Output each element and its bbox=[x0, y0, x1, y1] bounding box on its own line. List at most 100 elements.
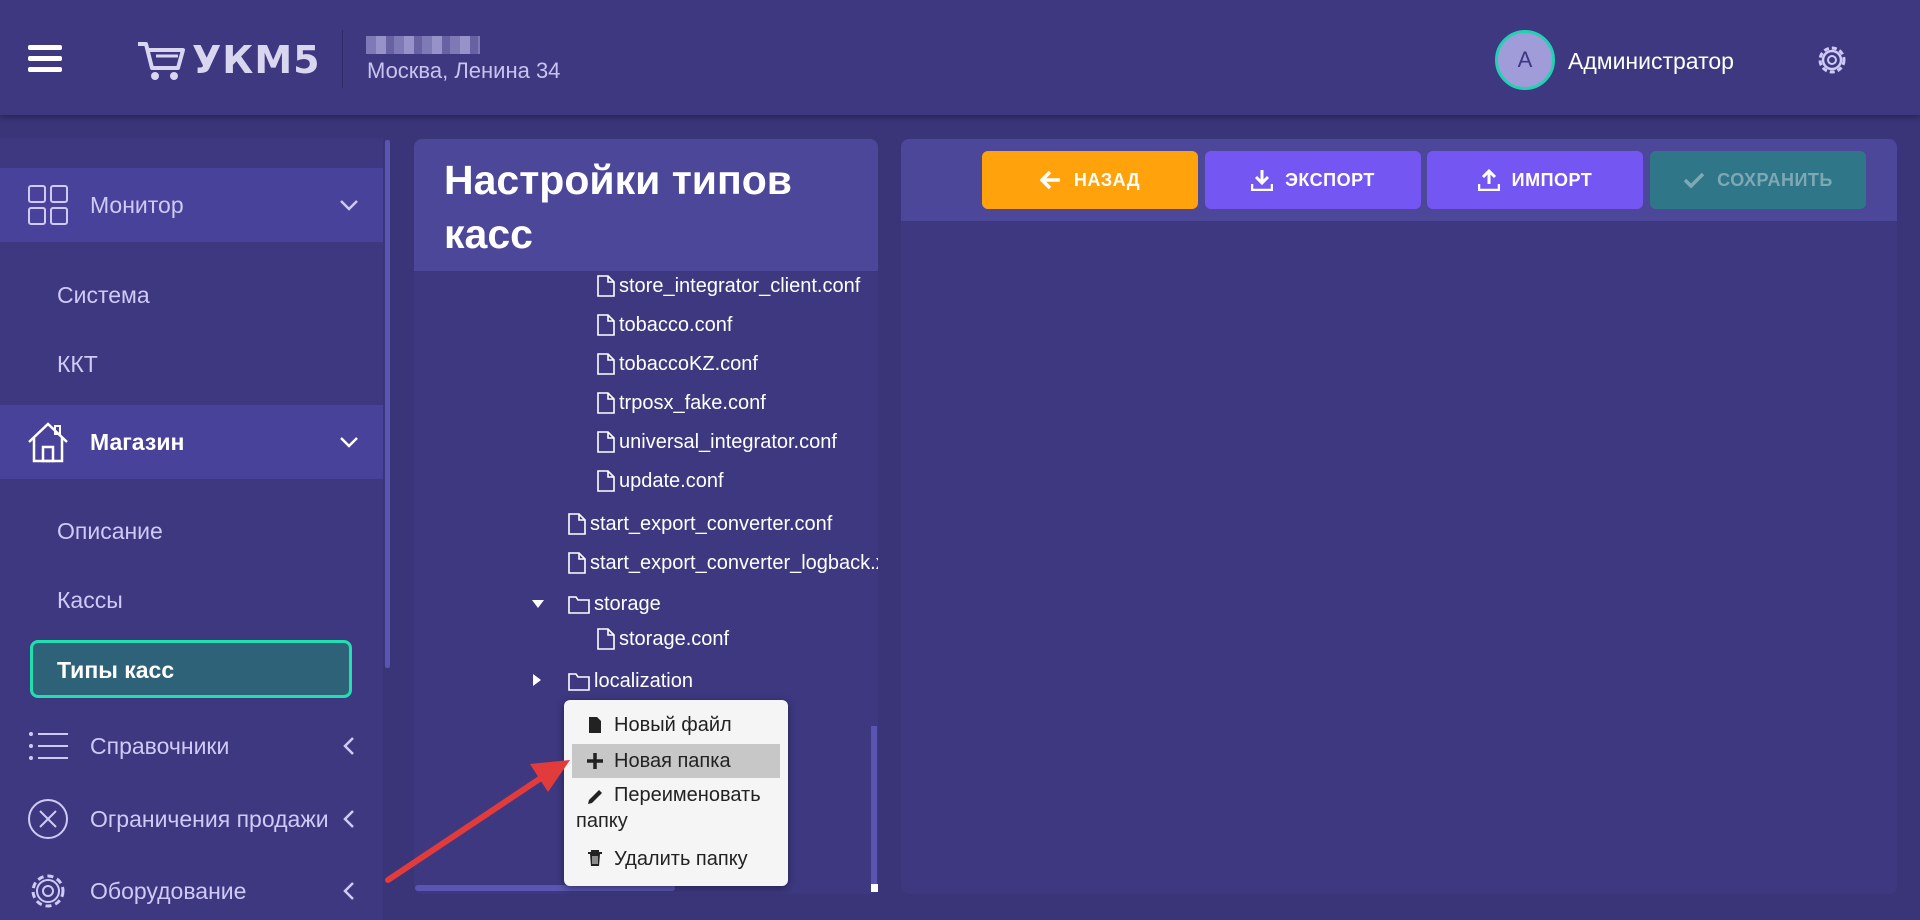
back-button-label: НАЗАД bbox=[1073, 169, 1141, 190]
user-name[interactable]: Администратор bbox=[1568, 48, 1734, 75]
file-icon bbox=[597, 470, 615, 492]
tree-file[interactable]: storage.conf bbox=[597, 624, 729, 654]
menu-item-delete-folder[interactable]: Удалить папку bbox=[572, 842, 780, 876]
save-button[interactable]: СОХРАНИТЬ bbox=[1650, 151, 1866, 209]
menu-item-rename-folder[interactable]: Переименовать папку bbox=[572, 782, 780, 836]
plus-icon bbox=[587, 753, 603, 769]
tree-file-label: update.conf bbox=[619, 469, 724, 492]
menu-item-label: Переименовать bbox=[614, 784, 761, 806]
tree-file-label: tobaccoKZ.conf bbox=[619, 352, 758, 375]
sidebar-item-system[interactable]: Система bbox=[57, 282, 150, 309]
sidebar-group-label: Справочники bbox=[90, 732, 230, 759]
folder-icon bbox=[568, 596, 590, 614]
tree-folder-storage[interactable]: storage bbox=[568, 589, 661, 619]
tree-folder-label: localization bbox=[594, 669, 693, 692]
check-icon bbox=[1683, 172, 1705, 189]
download-icon bbox=[1251, 170, 1274, 191]
menu-item-new-file[interactable]: Новый файл bbox=[572, 708, 780, 742]
caret-right-icon[interactable] bbox=[530, 673, 544, 687]
x-circle-icon bbox=[28, 799, 68, 839]
caret-down-icon[interactable] bbox=[531, 597, 545, 611]
tree-file[interactable]: update.conf bbox=[597, 466, 724, 496]
tree-file-label: start_export_converter.conf bbox=[590, 512, 833, 535]
tree-file[interactable]: trposx_fake.conf bbox=[597, 388, 766, 418]
page-title: Настройки типов касс bbox=[444, 157, 792, 257]
tree-folder-label: storage bbox=[594, 592, 661, 615]
export-button[interactable]: ЭКСПОРТ bbox=[1205, 151, 1421, 209]
export-button-label: ЭКСПОРТ bbox=[1285, 169, 1375, 190]
gear-icon bbox=[31, 874, 65, 908]
home-icon bbox=[28, 422, 68, 463]
panel-header: Настройки типов касс bbox=[414, 139, 878, 271]
chevron-left-icon bbox=[343, 737, 354, 755]
sidebar-group-store[interactable]: Магазин bbox=[0, 405, 383, 479]
back-button[interactable]: НАЗАД bbox=[982, 151, 1198, 209]
menu-item-label: папку bbox=[576, 810, 628, 832]
tree-file-label: universal_integrator.conf bbox=[619, 430, 837, 453]
tree-file[interactable]: store_integrator_client.conf bbox=[597, 271, 860, 301]
chevron-left-icon bbox=[343, 882, 354, 900]
logo-text: УКМ5 bbox=[192, 38, 321, 82]
file-icon bbox=[568, 513, 586, 535]
menu-item-new-folder[interactable]: Новая папка bbox=[572, 744, 780, 778]
file-icon bbox=[589, 717, 601, 733]
sidebar-item-cash-register-types[interactable]: Типы касс bbox=[30, 640, 352, 698]
file-icon bbox=[597, 275, 615, 297]
sidebar: Монитор Система ККТ Магазин Описание Кас… bbox=[0, 138, 383, 920]
pencil-icon bbox=[588, 790, 602, 804]
file-icon bbox=[597, 628, 615, 650]
tree-file[interactable]: start_export_converter_logback.xml bbox=[568, 548, 878, 578]
logo: УКМ5 bbox=[136, 36, 321, 84]
file-icon bbox=[597, 392, 615, 414]
sidebar-group-sale-restrictions[interactable]: Ограничения продажи bbox=[0, 782, 383, 856]
sidebar-group-label: Монитор bbox=[90, 191, 184, 218]
sidebar-item-cash-registers[interactable]: Кассы bbox=[57, 587, 123, 614]
avatar[interactable]: А bbox=[1495, 30, 1555, 90]
editor-panel: НАЗАД ЭКСПОРТ ИМПОРТ СОХРАНИТЬ bbox=[901, 139, 1897, 894]
sidebar-group-references[interactable]: Справочники bbox=[0, 709, 383, 783]
toolbar: НАЗАД ЭКСПОРТ ИМПОРТ СОХРАНИТЬ bbox=[901, 139, 1897, 221]
folder-icon bbox=[568, 673, 590, 691]
tree-file-label: store_integrator_client.conf bbox=[619, 274, 861, 297]
top-header: УКМ5 Москва, Ленина 34 А Администратор bbox=[0, 0, 1920, 115]
import-button-label: ИМПОРТ bbox=[1511, 169, 1593, 190]
sidebar-item-label: Типы касс bbox=[57, 657, 175, 683]
tree-file-label: trposx_fake.conf bbox=[619, 391, 766, 414]
tree-file-label: storage.conf bbox=[619, 627, 730, 650]
sidebar-group-label: Магазин bbox=[90, 428, 185, 455]
sidebar-item-kkt[interactable]: ККТ bbox=[57, 351, 98, 378]
tree-file[interactable]: start_export_converter.conf bbox=[568, 509, 832, 539]
menu-icon[interactable] bbox=[28, 45, 62, 73]
list-icon bbox=[29, 732, 68, 760]
sidebar-group-equipment[interactable]: Оборудование bbox=[0, 854, 383, 920]
chevron-down-icon bbox=[340, 200, 358, 211]
context-menu: Новый файл Новая папка Переименовать пап… bbox=[564, 700, 788, 886]
scrollbar-corner bbox=[871, 884, 878, 892]
sidebar-group-monitor[interactable]: Монитор bbox=[0, 168, 383, 242]
import-button[interactable]: ИМПОРТ bbox=[1427, 151, 1643, 209]
store-name-blurred bbox=[366, 36, 480, 54]
cart-icon bbox=[138, 42, 185, 80]
tree-vertical-scrollbar[interactable] bbox=[871, 726, 877, 891]
file-icon bbox=[568, 552, 586, 574]
sidebar-scrollbar[interactable] bbox=[385, 140, 390, 668]
file-icon bbox=[597, 431, 615, 453]
settings-gear-icon[interactable] bbox=[1812, 40, 1852, 80]
chevron-left-icon bbox=[343, 810, 354, 828]
sidebar-group-label: Оборудование bbox=[90, 877, 247, 904]
tree-file-label: tobacco.conf bbox=[619, 313, 733, 336]
file-icon bbox=[597, 353, 615, 375]
upload-icon bbox=[1477, 169, 1500, 191]
sidebar-group-label: Ограничения продажи bbox=[90, 805, 329, 832]
sidebar-item-description[interactable]: Описание bbox=[57, 518, 163, 545]
tree-file[interactable]: tobaccoKZ.conf bbox=[597, 349, 758, 379]
tree-file[interactable]: tobacco.conf bbox=[597, 310, 732, 340]
grid-icon bbox=[28, 185, 68, 225]
tree-folder-localization[interactable]: localization bbox=[568, 666, 693, 696]
file-icon bbox=[597, 314, 615, 336]
menu-item-label: Удалить папку bbox=[614, 848, 748, 870]
menu-item-label: Новая папка bbox=[614, 750, 731, 772]
store-address: Москва, Ленина 34 bbox=[367, 58, 561, 83]
save-button-label: СОХРАНИТЬ bbox=[1717, 169, 1833, 190]
tree-file[interactable]: universal_integrator.conf bbox=[597, 427, 837, 457]
